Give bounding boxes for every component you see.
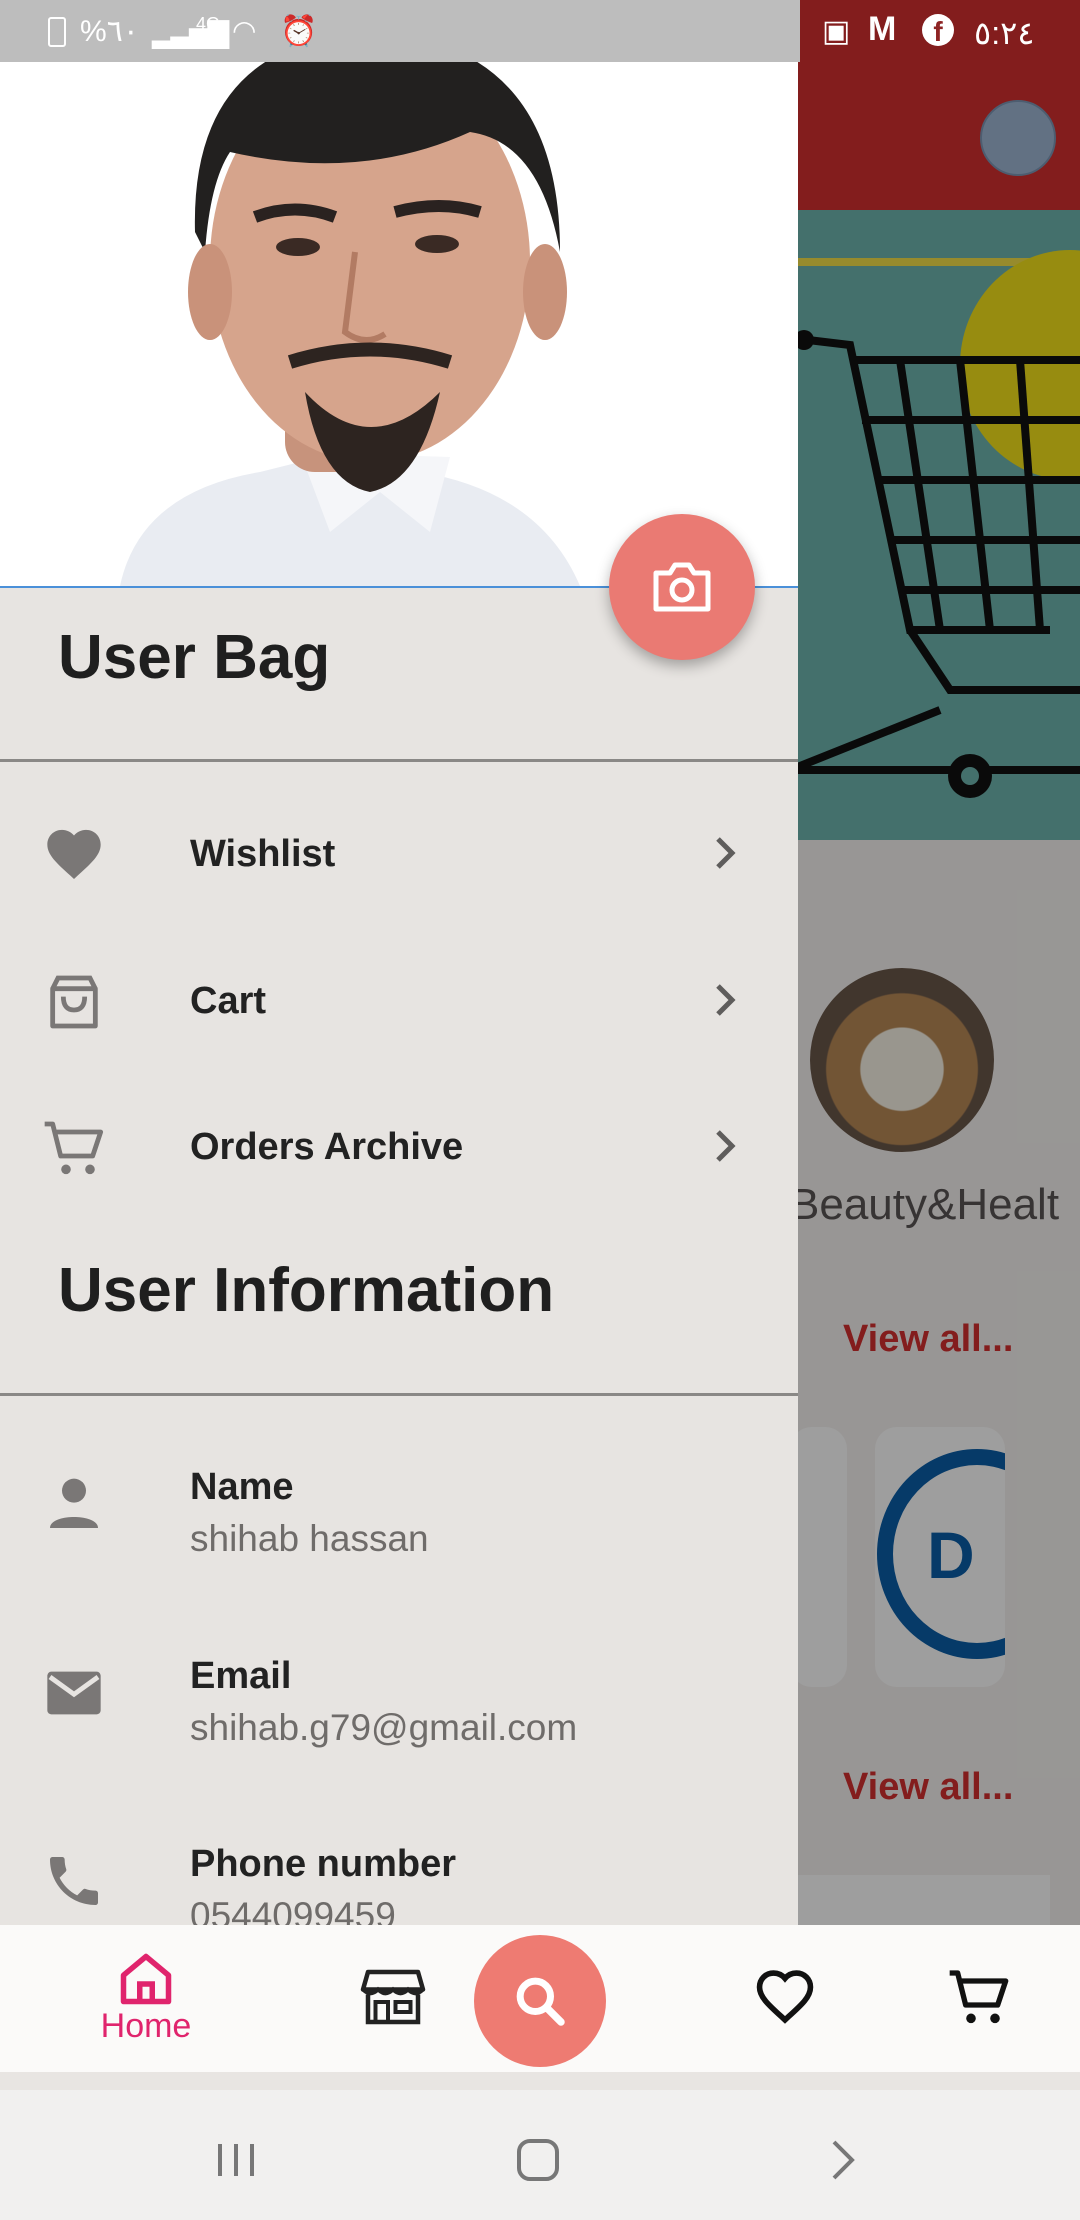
- menu-item-orders-archive[interactable]: Orders Archive: [0, 1078, 798, 1218]
- user-information-title: User Information: [58, 1256, 555, 1325]
- divider: [0, 2072, 1080, 2090]
- alarm-icon: ⏰: [280, 15, 318, 48]
- info-item-value: 0544099459: [190, 1895, 396, 1925]
- recent-apps-icon[interactable]: [206, 2130, 266, 2190]
- facebook-icon: f: [922, 14, 954, 47]
- clock: ٥:٢٤: [974, 15, 1035, 51]
- gallery-icon: ▣: [822, 15, 851, 48]
- nav-home[interactable]: Home: [90, 1925, 202, 2072]
- menu-item-wishlist[interactable]: Wishlist: [0, 785, 798, 925]
- info-item-label: Name: [190, 1466, 294, 1508]
- gmail-icon: M: [868, 10, 897, 48]
- store-icon: [360, 1969, 426, 2025]
- menu-item-cart[interactable]: Cart: [0, 932, 798, 1072]
- camera-icon: [653, 562, 711, 612]
- shopping-bag-icon: [50, 975, 98, 1029]
- nav-cart[interactable]: [944, 1925, 1014, 2072]
- nav-stores[interactable]: [360, 1925, 426, 2072]
- drawer-header: [0, 62, 798, 588]
- nav-wishlist[interactable]: [754, 1925, 816, 2072]
- phone-icon: [50, 1857, 98, 1905]
- cart-icon: [44, 1121, 104, 1175]
- status-bar: %٦٠ ▂▃▅▇ 4G ◠ ⏰ ▣ M f ٥:٢٤: [0, 0, 1080, 62]
- menu-item-label: Wishlist: [190, 833, 336, 875]
- system-navigation-bar: [0, 2090, 1080, 2220]
- nav-home-label: Home: [100, 2007, 192, 2045]
- wifi-icon: ◠: [232, 15, 257, 46]
- heart-outline-icon: [756, 1970, 814, 2024]
- user-bag-title: User Bag: [58, 623, 331, 692]
- info-item-label: Email: [190, 1655, 292, 1697]
- menu-item-label: Cart: [190, 980, 267, 1022]
- person-icon: [50, 1478, 98, 1528]
- info-item-value: shihab hassan: [190, 1518, 429, 1559]
- cart-icon: [949, 1970, 1009, 2024]
- battery-icon: [48, 17, 66, 47]
- chevron-right-icon: [716, 984, 736, 1016]
- search-icon: [516, 1977, 565, 2026]
- battery-level: %٦٠: [80, 15, 139, 48]
- info-item-phone: Phone number 0544099459: [0, 1823, 798, 1925]
- camera-button[interactable]: [609, 514, 755, 660]
- chevron-right-icon: [716, 1130, 736, 1162]
- divider: [0, 759, 798, 762]
- nav-search-button[interactable]: [474, 1935, 606, 2067]
- network-type: 4G: [196, 14, 221, 34]
- navigation-drawer: User Bag Wishlist Cart Orders Archive Us…: [0, 0, 798, 1925]
- divider: [0, 1393, 798, 1396]
- menu-item-label: Orders Archive: [190, 1126, 464, 1168]
- info-item-email: Email shihab.g79@gmail.com: [0, 1635, 798, 1805]
- home-icon: [120, 1953, 172, 2005]
- heart-icon: [47, 829, 101, 879]
- home-button-icon[interactable]: [508, 2130, 568, 2190]
- back-icon[interactable]: [812, 2130, 872, 2190]
- profile-photo: [0, 62, 798, 586]
- info-item-label: Phone number: [190, 1843, 457, 1885]
- info-item-value: shihab.g79@gmail.com: [190, 1707, 578, 1748]
- info-item-name: Name shihab hassan: [0, 1446, 798, 1616]
- chevron-right-icon: [716, 837, 736, 869]
- mail-icon: [47, 1671, 101, 1715]
- bottom-navigation-bar: Home: [0, 1925, 1080, 2072]
